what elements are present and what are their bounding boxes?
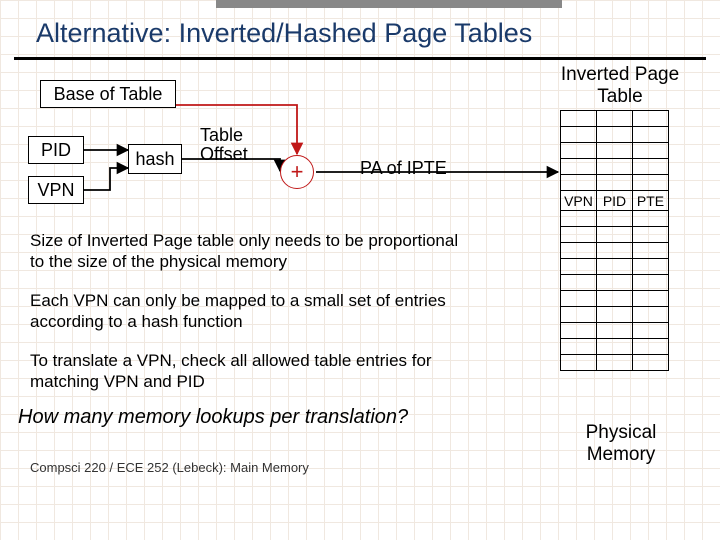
ipt-table: VPN PID PTE <box>560 110 669 371</box>
hash-box: hash <box>128 144 182 174</box>
diagram-canvas: Base of Table PID VPN hash Table Offset … <box>0 60 720 500</box>
ipt-header-vpn: VPN <box>561 191 597 211</box>
slide-title: Alternative: Inverted/Hashed Page Tables <box>0 8 720 57</box>
ipt-title-text: Inverted Page Table <box>561 64 679 107</box>
base-of-table-box: Base of Table <box>40 80 176 108</box>
para-2: Each VPN can only be mapped to a small s… <box>30 290 460 333</box>
ipt-header-pte: PTE <box>633 191 669 211</box>
physical-memory-label: Physical Memory <box>566 422 676 466</box>
ipt-header-pid: PID <box>597 191 633 211</box>
table-offset-label: Table Offset <box>200 126 248 164</box>
pa-of-ipte-label: PA of IPTE <box>360 158 447 179</box>
ipt-title: Inverted Page Table <box>560 64 680 108</box>
vpn-box: VPN <box>28 176 84 204</box>
physical-memory-text: Physical Memory <box>586 422 657 465</box>
para-1: Size of Inverted Page table only needs t… <box>30 230 460 273</box>
question-text: How many memory lookups per translation? <box>18 406 408 429</box>
para-3: To translate a VPN, check all allowed ta… <box>30 350 460 393</box>
footer-text: Compsci 220 / ECE 252 (Lebeck): Main Mem… <box>30 460 309 475</box>
adder-circle: + <box>280 155 314 189</box>
pid-box: PID <box>28 136 84 164</box>
